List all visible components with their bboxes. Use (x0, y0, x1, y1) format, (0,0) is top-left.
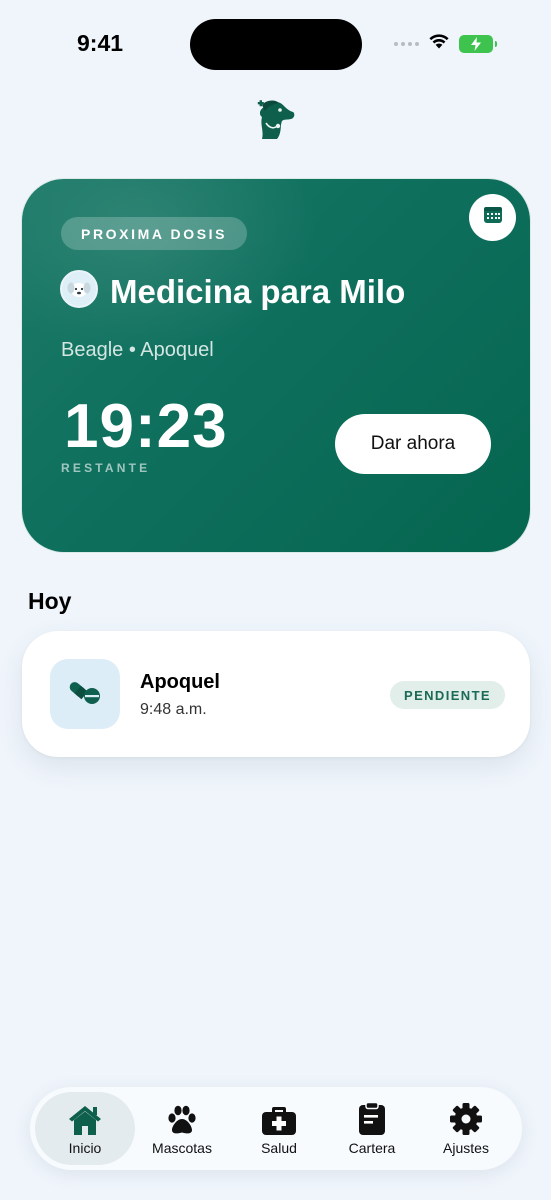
paw-icon (165, 1102, 199, 1136)
tab-mascotas[interactable]: Mascotas (132, 1092, 232, 1165)
dynamic-island (190, 19, 362, 70)
tab-ajustes[interactable]: Ajustes (416, 1092, 516, 1165)
tab-cartera[interactable]: Cartera (322, 1092, 422, 1165)
clipboard-icon (358, 1101, 386, 1136)
next-dose-card[interactable]: PROXIMA DOSIS Medicina para Milo Beagle … (22, 179, 530, 552)
status-badge: PENDIENTE (390, 681, 506, 709)
medkit-icon (261, 1102, 297, 1136)
pet-avatar (60, 270, 98, 308)
medication-icon-box (50, 659, 120, 729)
calendar-button[interactable] (469, 194, 516, 241)
cellular-signal-icon (394, 41, 419, 46)
medication-card[interactable]: Apoquel 9:48 a.m. PENDIENTE (22, 631, 530, 757)
home-screen: 9:41 PROXIMA DOSIS Medicina para Milo Be… (0, 0, 551, 1200)
tab-label-mascotas: Mascotas (152, 1139, 212, 1156)
next-dose-badge: PROXIMA DOSIS (61, 217, 248, 250)
tab-label-inicio: Inicio (68, 1139, 102, 1156)
tab-label-ajustes: Ajustes (443, 1139, 489, 1156)
tab-bar: Inicio Mascotas Salud Cartera Ajustes (30, 1087, 522, 1170)
section-title-today: Hoy (28, 588, 72, 614)
countdown-timer: 19:23 (64, 392, 228, 461)
app-logo-icon (256, 99, 296, 141)
battery-charging-icon (459, 34, 497, 53)
medication-time: 9:48 a.m. (140, 701, 207, 718)
gear-icon (449, 1102, 483, 1136)
status-indicators (394, 33, 497, 54)
wifi-icon (428, 33, 450, 54)
calendar-icon (483, 206, 503, 229)
remaining-label: RESTANTE (61, 461, 151, 475)
tab-salud[interactable]: Salud (229, 1092, 329, 1165)
tab-inicio[interactable]: Inicio (35, 1092, 135, 1165)
pills-icon (67, 677, 103, 712)
dose-title: Medicina para Milo (110, 273, 406, 310)
give-now-button[interactable]: Dar ahora (335, 414, 491, 474)
pet-details: Beagle • Apoquel (61, 339, 214, 361)
status-time: 9:41 (77, 30, 124, 56)
tab-label-cartera: Cartera (348, 1139, 396, 1156)
medication-name: Apoquel (140, 671, 220, 693)
tab-label-salud: Salud (261, 1139, 297, 1156)
home-icon (67, 1102, 103, 1136)
